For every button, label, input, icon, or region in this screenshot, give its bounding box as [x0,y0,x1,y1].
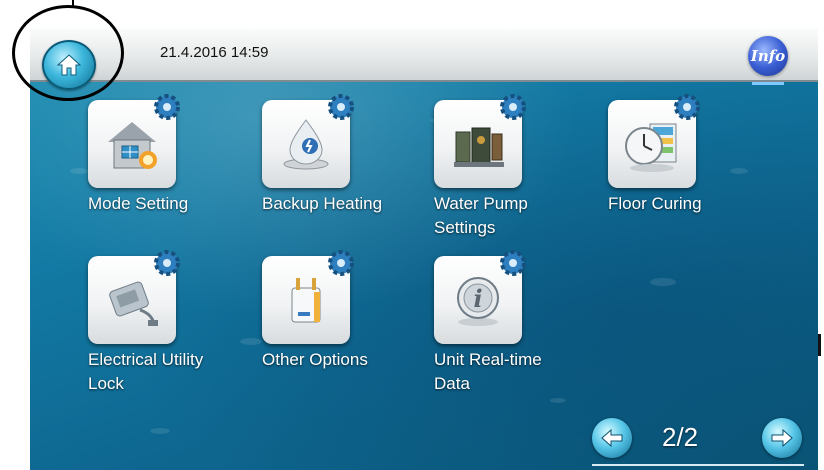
menu-item-label-line1: Water Pump [434,194,528,213]
plug-icon [109,281,158,326]
menu-item-backup-heating[interactable]: Backup Heating [262,94,432,216]
house-icon [108,122,157,169]
unit-real-time-data-tile: i [434,250,526,344]
menu-item-label-line2: Settings [434,218,496,237]
gear-icon [154,250,180,276]
menu-item-label-line2: Lock [88,374,124,393]
page-indicator: 2/2 [662,422,699,452]
clock-icon [625,123,677,172]
gear-icon [500,250,526,276]
pager-divider [592,464,804,466]
droplet-decoration [550,398,566,403]
menu-item-label: Floor Curing [608,194,702,213]
gear-icon [674,94,700,120]
gear-icon [328,250,354,276]
backup-heating-tile [262,94,354,188]
previous-page-button[interactable] [592,418,632,458]
next-page-button[interactable] [762,418,802,458]
svg-text:i: i [473,284,482,313]
menu-item-floor-curing[interactable]: Floor Curing [608,94,778,216]
water-drop-icon [283,119,329,170]
menu-item-label: Mode Setting [88,194,189,213]
annotation-circle [12,5,124,101]
water-pump-tile [434,94,526,188]
menu-item-label-line2: Data [434,374,470,393]
menu-item-unit-real-time-data[interactable]: i Unit Real-time Data [434,250,604,396]
device-screen: 21.4.2016 14:59 Info Mode Setting Backup… [30,28,818,470]
menu-item-label-line1: Unit Real-time [434,350,542,369]
menu-item-water-pump-settings[interactable]: Water Pump Settings [434,94,604,240]
arrow-left-icon [601,428,623,448]
gear-icon [328,94,354,120]
datetime-label: 21.4.2016 14:59 [160,44,269,61]
menu-item-electrical-utility-lock[interactable]: Electrical Utility Lock [88,250,258,396]
menu-item-label: Other Options [262,350,368,369]
other-options-tile [262,250,354,344]
info-underline [752,82,784,85]
arrow-right-icon [771,428,793,448]
gear-icon [154,94,180,120]
screen-edge-mark [818,334,821,356]
boiler-icon [291,278,321,323]
menu-item-other-options[interactable]: Other Options [262,250,432,372]
info-button[interactable]: Info [748,36,788,76]
info-label: Info [750,47,786,65]
electrical-utility-lock-tile [88,250,180,344]
droplet-decoration [70,168,88,174]
droplet-decoration [150,428,170,434]
mode-setting-tile [88,94,180,188]
menu-item-label: Backup Heating [262,194,383,213]
menu-item-label-line1: Electrical Utility [88,350,204,369]
floor-curing-tile [608,94,700,188]
gear-icon [500,94,526,120]
menu-item-mode-setting[interactable]: Mode Setting [88,94,258,216]
status-bar: 21.4.2016 14:59 Info [30,28,818,82]
info-icon: i [457,277,499,326]
pagination: 2/2 [592,410,818,470]
pump-icon [454,127,504,167]
droplet-decoration [650,278,676,286]
